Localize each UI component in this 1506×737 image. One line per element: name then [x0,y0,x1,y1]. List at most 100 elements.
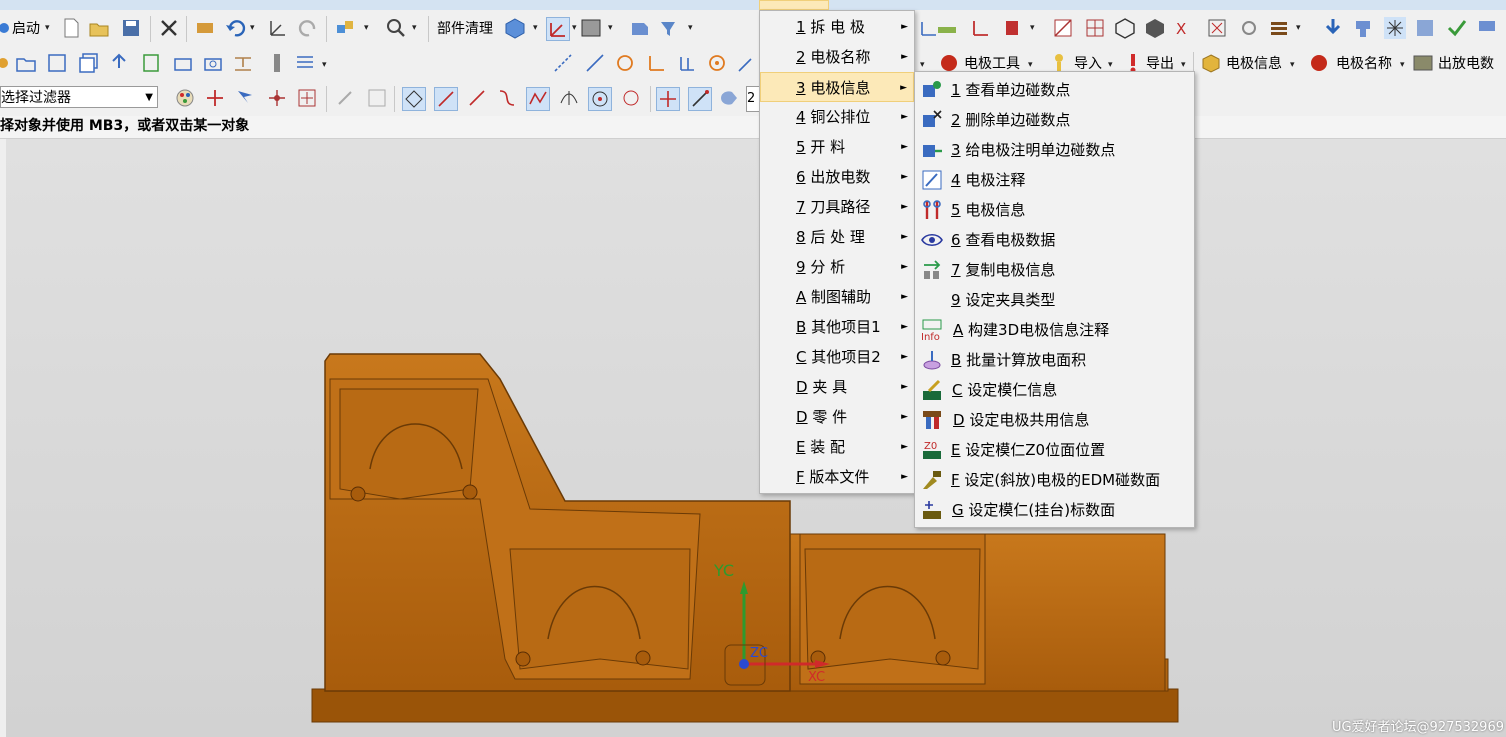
menu-item-other-2[interactable]: C 其他项目2 ► [760,342,914,372]
link-icon[interactable] [1238,17,1260,39]
submenu-item-view-electrode-data[interactable]: 6 查看电极数据 [915,225,1194,255]
submenu-item-annotate-touch-points[interactable]: 3 给电极注明单边碰数点 [915,135,1194,165]
snap-point-icon[interactable] [656,87,680,111]
menu-item-cut-material[interactable]: 5 开 料 ► [760,132,914,162]
list-icon[interactable] [294,52,316,74]
measure-icon[interactable] [936,17,958,39]
discharge-count-button[interactable]: 出放电数 [1438,53,1494,73]
render-style-icon[interactable] [580,17,602,39]
crosshair-box-icon[interactable] [296,87,318,109]
submenu-item-view-touch-points[interactable]: 1 查看单边碰数点 [915,75,1194,105]
download-icon[interactable] [1322,17,1344,39]
electrode-c-icon[interactable] [1414,17,1436,39]
arrow-tool-icon[interactable] [736,52,756,74]
angle-icon[interactable] [646,52,668,74]
snap-pole-icon[interactable] [688,87,712,111]
camera-icon[interactable] [202,52,224,74]
snap-face-icon[interactable] [718,87,740,109]
resource-bar[interactable] [0,139,6,737]
line-tool2-icon[interactable] [584,52,606,74]
menu-item-assembly[interactable]: E 装 配 ► [760,432,914,462]
tool-icon[interactable] [0,52,10,74]
snap-midpoint-icon[interactable] [434,87,458,111]
open-icon[interactable] [15,52,37,74]
submenu-item-batch-area[interactable]: B 批量计算放电面积 [915,345,1194,375]
submenu-item-electrode-info[interactable]: 5 电极信息 [915,195,1194,225]
electrode-name-icon[interactable] [1308,52,1330,74]
menu-item-post-process[interactable]: 8 后 处 理 ► [760,222,914,252]
save-as-icon[interactable] [46,52,68,74]
wire-box-icon[interactable] [1114,17,1136,39]
submenu-item-fixture-type[interactable]: 9 设定夹具类型 [915,285,1194,315]
check-icon[interactable] [1446,17,1468,39]
electrode-a-icon[interactable] [1352,17,1374,39]
menu-item-other-1[interactable]: B 其他项目1 ► [760,312,914,342]
box-icon[interactable] [172,52,194,74]
graphics-viewport[interactable]: YC ZC XC [0,139,1506,737]
close-icon[interactable] [158,17,180,39]
rotate2-icon[interactable] [706,52,728,74]
save-all-icon[interactable] [78,52,100,74]
submenu-item-shared-info[interactable]: D 设定电极共用信息 [915,405,1194,435]
menu-item-tool-path[interactable]: 7 刀具路径 ► [760,192,914,222]
assembly-icon[interactable] [334,17,356,39]
electrode-name-button[interactable]: 电极名称 [1336,53,1392,73]
axis2-icon[interactable] [676,52,698,74]
menu-item-discharge-count[interactable]: 6 出放电数 ► [760,162,914,192]
start-icon[interactable] [0,17,10,39]
select-arrow-icon[interactable] [234,87,256,109]
page-icon[interactable] [140,52,162,74]
bar-icon[interactable] [266,52,288,74]
grid-icon[interactable] [1084,17,1106,39]
submenu-item-hanging-table-face[interactable]: G 设定模仁(挂台)标数面 [915,495,1194,525]
point-filter-icon[interactable] [266,87,288,109]
part-cleanup-button[interactable]: 部件清理 [437,18,493,38]
submenu-item-electrode-note[interactable]: 4 电极注释 [915,165,1194,195]
submenu-item-z0-position[interactable]: Z0 E 设定模仁Z0位面位置 [915,435,1194,465]
snap-quadrant-icon[interactable] [620,87,642,109]
menu-item-copper-layout[interactable]: 4 铜公排位 ► [760,102,914,132]
electrode-b-icon[interactable] [1384,17,1406,39]
snap-control-icon[interactable] [526,87,550,111]
import-button[interactable]: 导入 [1074,53,1102,73]
submenu-item-3d-info-note[interactable]: Info A 构建3D电极信息注释 [915,315,1194,345]
electrode-info-icon[interactable] [1200,52,1222,74]
menu-item-electrode-name[interactable]: 2 电极名称 ► [760,42,914,72]
cut-icon[interactable] [194,17,216,39]
snap-endpoint-icon[interactable] [402,87,426,111]
find-icon[interactable] [385,17,407,39]
wcs-icon[interactable] [267,17,289,39]
menu-item-electrode-info[interactable]: 3 电极信息 ► [760,72,914,102]
export-button[interactable]: 导出 [1146,53,1174,73]
export-up-icon[interactable] [108,52,130,74]
line-tool-icon[interactable] [552,52,574,74]
menu-item-analysis[interactable]: 9 分 析 ► [760,252,914,282]
link-select-icon[interactable] [334,87,356,109]
palette-icon[interactable] [174,87,196,109]
electrode-info-button[interactable]: 电极信息 [1226,53,1282,73]
group-select-icon[interactable] [366,87,388,109]
rotate-icon[interactable] [614,52,636,74]
orient-view-icon[interactable] [546,17,570,41]
menu-item-version-file[interactable]: F 版本文件 ► [760,462,914,492]
menu-item-drafting-aid[interactable]: A 制图辅助 ► [760,282,914,312]
new-file-icon[interactable] [60,17,82,39]
layers-icon[interactable] [1268,17,1290,39]
menubar-active-item[interactable] [759,0,829,10]
submenu-item-edm-touch-face[interactable]: F 设定(斜放)电极的EDM碰数面 [915,465,1194,495]
x-select-icon[interactable] [1206,17,1228,39]
submenu-item-copy-electrode-info[interactable]: 7 复制电极信息 [915,255,1194,285]
discharge-count-icon[interactable] [1412,52,1434,74]
snap-curve-icon[interactable] [496,87,518,109]
redo-icon[interactable] [298,17,320,39]
cube-icon[interactable] [504,17,526,39]
snap-intersection-icon[interactable] [558,87,580,109]
open-folder-icon[interactable] [88,17,110,39]
x1-icon[interactable]: X [1174,17,1196,39]
snap-line-icon[interactable] [466,87,488,109]
menu-item-fixture[interactable]: D 夹 具 ► [760,372,914,402]
clip-icon[interactable] [1002,17,1024,39]
solid-box-icon[interactable] [1144,17,1166,39]
start-menu-label[interactable]: 启动 [12,18,40,38]
snap-center-icon[interactable] [588,87,612,111]
